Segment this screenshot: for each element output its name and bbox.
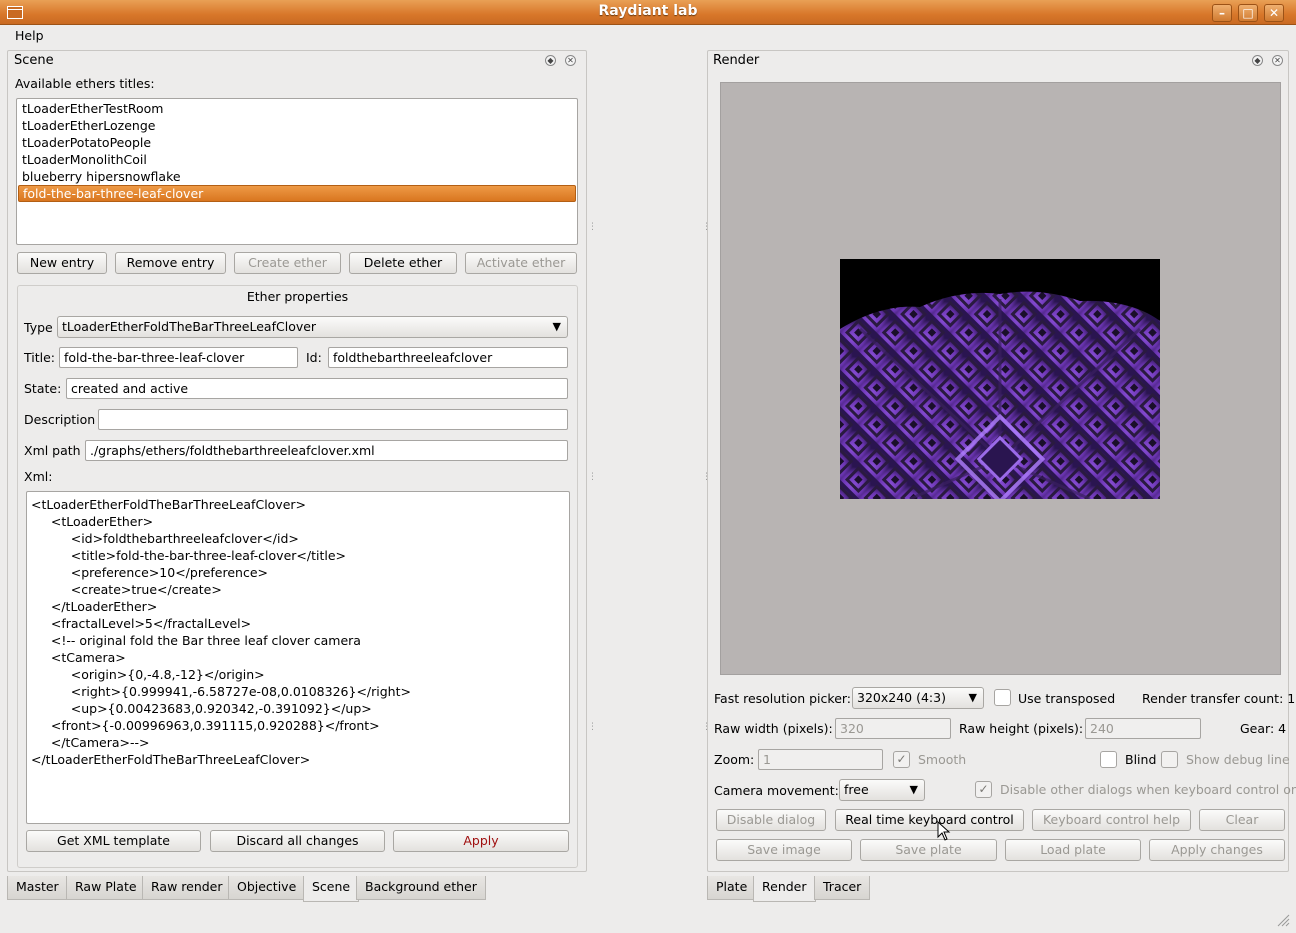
fast-res-select[interactable]: 320x240 (4:3) ▼ [852, 687, 984, 709]
fractal-render-image[interactable] [840, 259, 1160, 499]
save-plate-button[interactable]: Save plate [860, 839, 997, 861]
apply-button[interactable]: Apply [393, 830, 569, 852]
create-ether-button[interactable]: Create ether [234, 252, 341, 274]
keyboard-control-help-button[interactable]: Keyboard control help [1032, 809, 1191, 831]
splitter-handle[interactable]: ⋮ [702, 722, 711, 732]
show-debug-label: Show debug line [1186, 752, 1290, 767]
list-item[interactable]: tLoaderPotatoPeople [18, 134, 576, 151]
mouse-cursor-icon [937, 821, 951, 841]
close-icon[interactable]: ✕ [1272, 55, 1283, 66]
splitter-handle[interactable]: ⋮ [588, 222, 597, 232]
render-dock-title: Render [713, 53, 760, 68]
smooth-checkbox[interactable]: ✓ [893, 751, 910, 768]
float-icon[interactable]: ◆ [545, 55, 556, 66]
blind-label: Blind [1125, 752, 1157, 767]
delete-ether-button[interactable]: Delete ether [349, 252, 457, 274]
xml-path-label: Xml path [24, 443, 81, 458]
tab-raw-plate[interactable]: Raw Plate [66, 876, 146, 900]
discard-all-changes-button[interactable]: Discard all changes [210, 830, 385, 852]
close-icon[interactable]: ✕ [565, 55, 576, 66]
remove-entry-button[interactable]: Remove entry [115, 252, 226, 274]
chevron-down-icon: ▼ [968, 691, 977, 704]
available-ethers-label: Available ethers titles: [15, 76, 155, 91]
tab-tracer[interactable]: Tracer [814, 876, 871, 900]
splitter-handle[interactable]: ⋮ [702, 222, 711, 232]
raw-width-field[interactable]: 320 [835, 718, 951, 739]
blind-checkbox[interactable] [1100, 751, 1117, 768]
disable-dialog-button[interactable]: Disable dialog [716, 809, 826, 831]
chevron-down-icon: ▼ [552, 320, 561, 333]
list-item[interactable]: tLoaderEtherLozenge [18, 117, 576, 134]
clear-button[interactable]: Clear [1199, 809, 1285, 831]
splitter-handle[interactable]: ⋮ [588, 722, 597, 732]
title-field[interactable]: fold-the-bar-three-leaf-clover [59, 347, 298, 368]
xml-label: Xml: [24, 469, 53, 484]
type-select-value: tLoaderEtherFoldTheBarThreeLeafClover [62, 319, 317, 334]
type-label: Type [24, 320, 53, 335]
raw-height-field[interactable]: 240 [1085, 718, 1201, 739]
transfer-count: Render transfer count: 1699 [1142, 691, 1296, 706]
disable-other-dialogs-checkbox[interactable]: ✓ [975, 781, 992, 798]
tab-objective[interactable]: Objective [228, 876, 306, 900]
tab-scene[interactable]: Scene [303, 876, 360, 902]
type-select[interactable]: tLoaderEtherFoldTheBarThreeLeafClover ▼ [57, 316, 568, 338]
fast-res-label: Fast resolution picker: [714, 691, 852, 706]
gear-label: Gear: 4 [1240, 721, 1287, 736]
apply-changes-button[interactable]: Apply changes [1149, 839, 1285, 861]
maximize-icon[interactable]: □ [1238, 4, 1258, 22]
tab-background-ether[interactable]: Background ether [356, 876, 486, 900]
window-titlebar: Raydiant lab – □ ✕ [0, 0, 1296, 25]
window-title: Raydiant lab [598, 3, 698, 19]
menubar: Help [0, 25, 1296, 47]
description-field[interactable] [98, 409, 568, 430]
ether-properties-title: Ether properties [246, 289, 349, 304]
list-item[interactable]: fold-the-bar-three-leaf-clover [18, 185, 576, 202]
close-window-icon[interactable]: ✕ [1264, 4, 1284, 22]
fractal-render-graphic [840, 259, 1160, 499]
raw-height-label: Raw height (pixels): [959, 721, 1084, 736]
smooth-label: Smooth [918, 752, 967, 767]
tab-plate[interactable]: Plate [707, 876, 757, 900]
real-time-keyboard-control-button[interactable]: Real time keyboard control [835, 809, 1024, 831]
zoom-label: Zoom: [714, 752, 755, 767]
minimize-icon[interactable]: – [1212, 4, 1232, 22]
camera-movement-select[interactable]: free ▼ [839, 779, 925, 801]
float-icon[interactable]: ◆ [1252, 55, 1263, 66]
new-entry-button[interactable]: New entry [17, 252, 107, 274]
use-transposed-checkbox[interactable] [994, 689, 1011, 706]
tab-render[interactable]: Render [753, 876, 816, 902]
tab-raw-render[interactable]: Raw render [142, 876, 232, 900]
menu-help[interactable]: Help [15, 28, 44, 43]
tab-master[interactable]: Master [7, 876, 68, 900]
raw-width-label: Raw width (pixels): [714, 721, 833, 736]
fast-res-value: 320x240 (4:3) [857, 690, 946, 705]
chevron-down-icon: ▼ [909, 783, 918, 796]
get-xml-template-button[interactable]: Get XML template [26, 830, 201, 852]
id-field[interactable]: foldthebarthreeleafclover [328, 347, 568, 368]
id-label: Id: [306, 350, 322, 365]
xml-path-field[interactable]: ./graphs/ethers/foldthebarthreeleafclove… [85, 440, 568, 461]
xml-editor[interactable]: <tLoaderEtherFoldTheBarThreeLeafClover> … [26, 491, 570, 824]
description-label: Description [24, 412, 96, 427]
list-item[interactable]: tLoaderEtherTestRoom [18, 100, 576, 117]
state-field[interactable]: created and active [66, 378, 568, 399]
list-item[interactable]: tLoaderMonolithCoil [18, 151, 576, 168]
zoom-field[interactable]: 1 [758, 749, 883, 770]
state-label: State: [24, 381, 62, 396]
splitter-handle[interactable]: ⋮ [702, 472, 711, 482]
list-item[interactable]: blueberry hipersnowflake [18, 168, 576, 185]
camera-movement-value: free [844, 782, 869, 797]
activate-ether-button[interactable]: Activate ether [465, 252, 577, 274]
resize-grip-icon[interactable] [1276, 913, 1290, 927]
scene-dock-title: Scene [14, 53, 54, 68]
use-transposed-label: Use transposed [1018, 691, 1116, 706]
title-label: Title: [24, 350, 55, 365]
splitter-handle[interactable]: ⋮ [588, 472, 597, 482]
show-debug-checkbox[interactable] [1161, 751, 1178, 768]
camera-movement-label: Camera movement: [714, 783, 839, 798]
disable-other-dialogs-label: Disable other dialogs when keyboard cont… [1000, 782, 1296, 797]
ethers-list[interactable]: tLoaderEtherTestRoom tLoaderEtherLozenge t… [16, 98, 578, 245]
save-image-button[interactable]: Save image [716, 839, 852, 861]
load-plate-button[interactable]: Load plate [1005, 839, 1141, 861]
